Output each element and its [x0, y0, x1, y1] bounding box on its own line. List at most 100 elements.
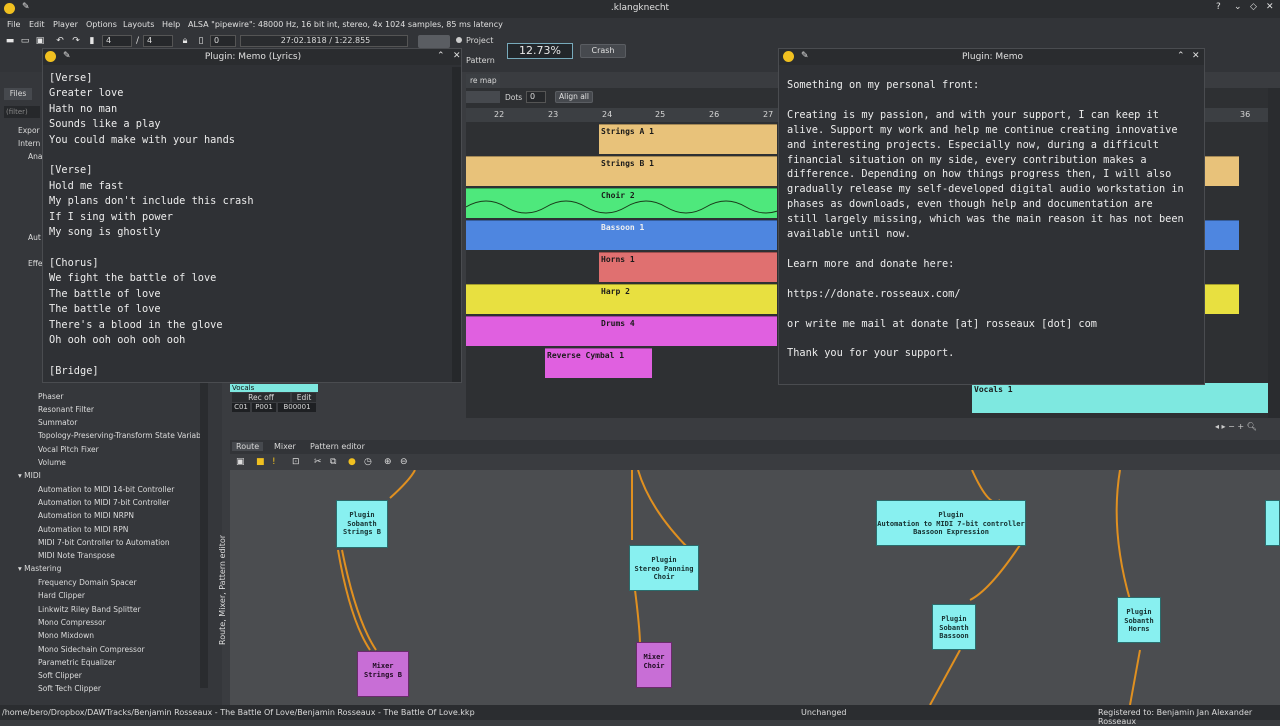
effect-item[interactable]: Resonant Filter: [38, 405, 94, 414]
effect-item[interactable]: Vocal Pitch Fixer: [38, 445, 99, 454]
tree-category-midi[interactable]: ▾ MIDI: [18, 471, 41, 480]
mastering-item[interactable]: Parametric Equalizer: [38, 658, 116, 667]
clip-vocals[interactable]: Vocals 1: [972, 383, 1268, 413]
node-automation-bassoon[interactable]: Plugin Automation to MIDI 7-bit controlle…: [876, 500, 1026, 546]
metronome-icon[interactable]: ▮: [87, 36, 97, 46]
snap-dropdown[interactable]: [466, 91, 500, 103]
cut-icon[interactable]: ✂: [314, 457, 322, 467]
zoom-controls[interactable]: ◂ ▸ − + 🔍︎: [1215, 422, 1280, 432]
stop-button[interactable]: [418, 35, 450, 48]
node-sobanth-strings-b[interactable]: Plugin Sobanth Strings B: [336, 500, 388, 548]
time-sig-num[interactable]: 4: [102, 35, 132, 47]
vertical-tab[interactable]: Route, Mixer, Pattern editor: [218, 535, 227, 645]
track-header-vocals[interactable]: Vocals Rec off Edit C01 P001 B00001: [230, 384, 318, 414]
new-icon[interactable]: ▬: [5, 36, 15, 46]
pin-icon[interactable]: !: [272, 457, 276, 467]
save-icon[interactable]: ▣: [35, 36, 45, 46]
effect-item[interactable]: Summator: [38, 418, 77, 427]
tree-category-mastering[interactable]: ▾ Mastering: [18, 564, 61, 573]
menu-edit[interactable]: Edit: [29, 20, 45, 29]
project-radio[interactable]: [456, 37, 462, 43]
midi-item[interactable]: Automation to MIDI RPN: [38, 525, 128, 534]
undo-icon[interactable]: ↶: [55, 36, 65, 46]
help-icon[interactable]: ?: [1216, 2, 1221, 12]
folder-icon[interactable]: ■: [256, 457, 265, 467]
node-partial[interactable]: [1265, 500, 1280, 546]
timeline-vscroll[interactable]: [1268, 88, 1280, 418]
mastering-item[interactable]: Soft Clipper: [38, 671, 82, 680]
minimize-icon[interactable]: ⌃: [1177, 51, 1185, 61]
files-tab[interactable]: Files: [4, 88, 32, 100]
clip-strings-b[interactable]: Strings B 1: [466, 156, 777, 186]
copy-icon[interactable]: ⧉: [330, 457, 336, 467]
close-icon[interactable]: ✕: [453, 51, 461, 61]
filter-input[interactable]: (filter): [4, 106, 40, 118]
memo-lyrics-header[interactable]: ✎ Plugin: Memo (Lyrics) ⌃ ✕: [43, 49, 461, 65]
dots-input[interactable]: 0: [526, 91, 546, 103]
midi-channel[interactable]: 0: [210, 35, 236, 47]
tree-partial-0[interactable]: Expor: [18, 126, 40, 135]
node-sobanth-horns[interactable]: Plugin Sobanth Horns: [1117, 597, 1161, 643]
mastering-item[interactable]: Linkwitz Riley Band Splitter: [38, 605, 141, 614]
minimize-icon[interactable]: ⌄: [1234, 2, 1242, 12]
settings-icon[interactable]: ◷: [364, 457, 372, 467]
memo-lyrics-window[interactable]: ✎ Plugin: Memo (Lyrics) ⌃ ✕ [Verse] Great…: [42, 48, 462, 383]
maximize-icon[interactable]: ◇: [1250, 2, 1257, 12]
mastering-item[interactable]: Frequency Domain Spacer: [38, 578, 137, 587]
zoom-fit-icon[interactable]: ⊡: [292, 457, 300, 467]
effect-item[interactable]: Volume: [38, 458, 66, 467]
redo-icon[interactable]: ↷: [71, 36, 81, 46]
plugin-icon[interactable]: ●: [348, 457, 356, 467]
close-icon[interactable]: ✕: [1266, 2, 1274, 12]
effect-item[interactable]: Phaser: [38, 392, 63, 401]
zoom-out-icon[interactable]: ⊖: [400, 457, 408, 467]
clip-reverse-cymbal[interactable]: Reverse Cymbal 1: [545, 348, 652, 378]
time-sig-den[interactable]: 4: [143, 35, 173, 47]
close-icon[interactable]: ✕: [1192, 51, 1200, 61]
mastering-item[interactable]: Mono Sidechain Compressor: [38, 645, 145, 654]
effect-item[interactable]: Topology-Preserving-Transform State Vari…: [38, 431, 200, 440]
tab-route[interactable]: Route: [232, 442, 264, 451]
mastering-item[interactable]: Mono Mixdown: [38, 631, 94, 640]
mastering-item[interactable]: Hard Clipper: [38, 591, 85, 600]
node-mixer-strings-b[interactable]: Mixer Strings B: [357, 651, 409, 697]
clip-harp-right[interactable]: [1205, 284, 1239, 314]
memo-scrollbar[interactable]: [452, 67, 461, 382]
menu-help[interactable]: Help: [162, 20, 180, 29]
clip-strings-b-right[interactable]: [1205, 156, 1239, 186]
clip-bassoon-right[interactable]: [1205, 220, 1239, 250]
select-icon[interactable]: ▣: [236, 457, 245, 467]
memo-text[interactable]: Something on my personal front: Creating…: [787, 78, 1184, 361]
align-all-button[interactable]: Align all: [555, 91, 593, 103]
clip-choir[interactable]: Choir 2: [466, 188, 777, 218]
mastering-item[interactable]: Soft Tech Clipper: [38, 684, 101, 693]
minimize-icon[interactable]: ⌃: [437, 51, 445, 61]
menu-file[interactable]: File: [7, 20, 20, 29]
node-mixer-choir[interactable]: Mixer Choir: [636, 642, 672, 688]
memo-window[interactable]: ✎ Plugin: Memo ⌃ ✕ Something on my perso…: [778, 48, 1205, 385]
tree-partial-1[interactable]: Intern: [18, 139, 40, 148]
rec-off-button[interactable]: Rec off: [232, 393, 290, 402]
tab-pattern-editor[interactable]: Pattern editor: [310, 442, 365, 451]
open-icon[interactable]: ▭: [20, 36, 30, 46]
clip-strings-a[interactable]: Strings A 1: [599, 124, 777, 154]
menu-layouts[interactable]: Layouts: [123, 20, 154, 29]
menu-options[interactable]: Options: [86, 20, 117, 29]
clip-horns[interactable]: Horns 1: [599, 252, 777, 282]
memo-lyrics-text[interactable]: [Verse] Greater love Hath no man Sounds lik…: [49, 71, 254, 379]
zoom-in-icon[interactable]: ⊕: [384, 457, 392, 467]
lock-icon[interactable]: 🔒︎: [180, 36, 190, 46]
midi-item[interactable]: Automation to MIDI 7-bit Controller: [38, 498, 170, 507]
memo-header[interactable]: ✎ Plugin: Memo ⌃ ✕: [779, 49, 1204, 65]
tree-partial-2[interactable]: Ana: [28, 152, 42, 161]
node-stereo-panning-choir[interactable]: Plugin Stereo Panning Choir: [629, 545, 699, 591]
midi-item[interactable]: MIDI 7-bit Controller to Automation: [38, 538, 170, 547]
tempo-map-tab[interactable]: re map: [466, 74, 500, 88]
clip-harp[interactable]: Harp 2: [466, 284, 777, 314]
node-sobanth-bassoon[interactable]: Plugin Sobanth Bassoon: [932, 604, 976, 650]
tree-partial-3[interactable]: Aut: [28, 233, 41, 242]
edit-button[interactable]: Edit: [292, 393, 316, 402]
midi-item[interactable]: Automation to MIDI NRPN: [38, 511, 134, 520]
midi-icon[interactable]: ▯: [196, 36, 206, 46]
tree-partial-4[interactable]: Effe: [28, 259, 43, 268]
